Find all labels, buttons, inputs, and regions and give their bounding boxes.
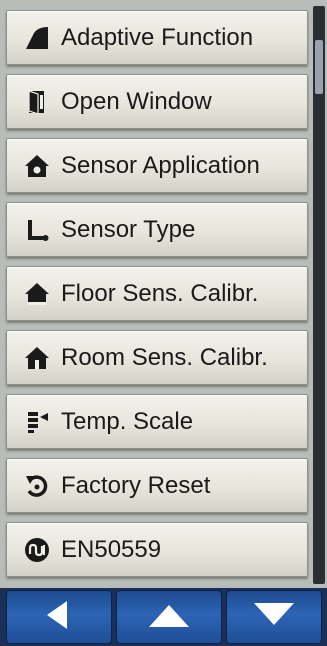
menu-item-sensor-application[interactable]: Sensor Application: [6, 138, 308, 193]
menu-item-adaptive-function[interactable]: Adaptive Function: [6, 10, 308, 65]
settings-menu: Adaptive Function Open Window Sensor App…: [6, 10, 308, 586]
menu-item-label: Adaptive Function: [61, 23, 254, 51]
back-button[interactable]: [6, 590, 112, 644]
menu-item-factory-reset[interactable]: Factory Reset: [6, 458, 308, 513]
menu-item-open-window[interactable]: Open Window: [6, 74, 308, 129]
scroll-down-button[interactable]: [226, 590, 322, 644]
scroll-thumb[interactable]: [315, 40, 323, 94]
scroll-up-button[interactable]: [116, 590, 222, 644]
room-sensor-icon: [23, 344, 51, 372]
menu-item-en50559[interactable]: EN50559: [6, 522, 308, 577]
menu-item-label: Room Sens. Calibr.: [61, 343, 268, 371]
adaptive-function-icon: [23, 24, 51, 52]
menu-item-room-sens-calibr[interactable]: Room Sens. Calibr.: [6, 330, 308, 385]
sensor-type-icon: [23, 216, 51, 244]
menu-item-floor-sens-calibr[interactable]: Floor Sens. Calibr.: [6, 266, 308, 321]
menu-item-label: Floor Sens. Calibr.: [61, 279, 259, 307]
menu-item-label: Temp. Scale: [61, 407, 194, 435]
menu-item-label: Factory Reset: [61, 471, 211, 499]
sensor-application-icon: [23, 152, 51, 180]
floor-sensor-icon: [23, 280, 51, 308]
factory-reset-icon: [23, 472, 51, 500]
thermostat-screen: Adaptive Function Open Window Sensor App…: [0, 0, 327, 646]
navigation-bar: [0, 588, 327, 646]
menu-item-label: Sensor Application: [61, 151, 260, 179]
menu-item-label: Open Window: [61, 87, 212, 115]
menu-item-sensor-type[interactable]: Sensor Type: [6, 202, 308, 257]
open-window-icon: [23, 88, 51, 116]
scrollbar[interactable]: [313, 6, 325, 584]
arrow-down-icon: [250, 597, 298, 638]
menu-item-label: EN50559: [61, 535, 162, 563]
temp-scale-icon: [23, 408, 51, 436]
arrow-up-icon: [145, 597, 193, 638]
menu-item-label: Sensor Type: [61, 215, 196, 243]
menu-item-temp-scale[interactable]: Temp. Scale: [6, 394, 308, 449]
arrow-left-icon: [41, 597, 77, 638]
en50559-icon: [23, 536, 51, 564]
